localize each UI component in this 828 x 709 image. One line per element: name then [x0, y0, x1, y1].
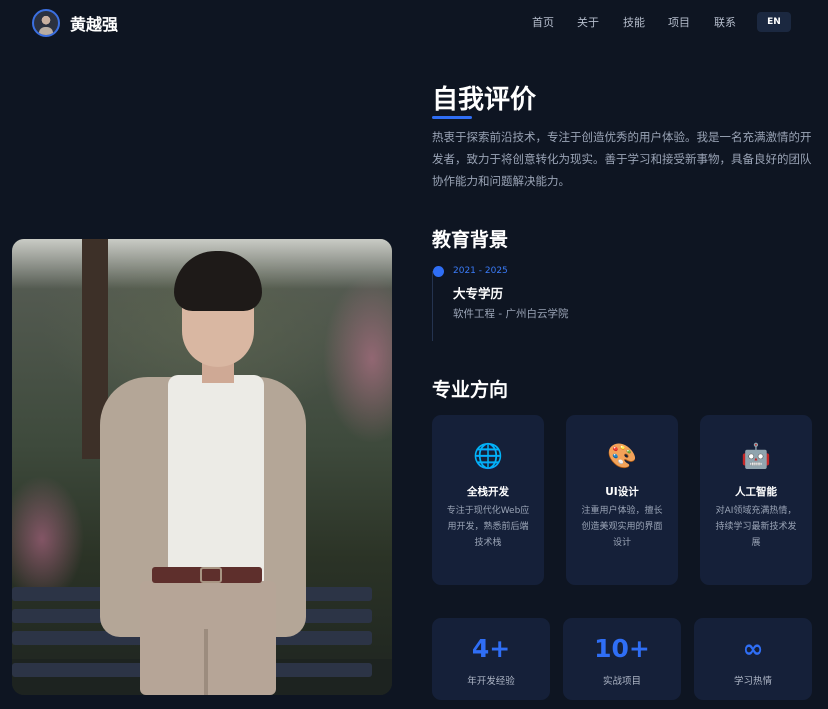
person-hair: [174, 251, 262, 311]
specialty-card-fullstack: 🌐 全栈开发 专注于现代化Web应用开发，熟悉前后端技术栈: [432, 415, 544, 585]
timeline-line: [432, 271, 433, 341]
nav-link-contact[interactable]: 联系: [714, 14, 736, 30]
stat-value: 4+: [471, 634, 511, 663]
stat-projects: 10+ 实战项目: [563, 618, 681, 700]
specialty-card-desc: 注重用户体验，擅长创造美观实用的界面设计: [581, 506, 663, 548]
nav-link-skills[interactable]: 技能: [623, 14, 645, 30]
nav-link-projects[interactable]: 项目: [668, 14, 690, 30]
brand[interactable]: 黄越强: [32, 9, 118, 37]
stat-label: 实战项目: [602, 676, 641, 687]
person-pants-seam: [204, 629, 208, 695]
about-title: 自我评价: [432, 85, 537, 115]
palette-icon: 🎨: [607, 442, 637, 470]
brand-name: 黄越强: [70, 15, 119, 34]
stat-value: ∞: [742, 634, 764, 663]
specialty-card-title: UI设计: [605, 486, 639, 498]
specialty-card-title: 全栈开发: [467, 486, 509, 498]
avatar: [32, 9, 60, 37]
specialty-card-ui-design: 🎨 UI设计 注重用户体验，擅长创造美观实用的界面设计: [566, 415, 678, 585]
specialty-card-desc: 对AI领域充满热情，持续学习最新技术发展: [715, 506, 797, 548]
stat-passion: ∞ 学习热情: [694, 618, 812, 700]
stat-label: 学习热情: [733, 676, 772, 687]
education-degree: 大专学历: [453, 286, 504, 301]
stat-label: 年开发经验: [467, 676, 515, 687]
education-title: 教育背景: [432, 229, 509, 251]
person-pants: [140, 581, 276, 695]
education-date: 2021 - 2025: [453, 266, 508, 276]
stat-experience: 4+ 年开发经验: [432, 618, 550, 700]
specialty-card-ai: 🤖 人工智能 对AI领域充满热情，持续学习最新技术发展: [700, 415, 812, 585]
nav-link-home[interactable]: 首页: [532, 14, 554, 30]
title-underline: [432, 116, 472, 119]
about-text: 热衷于探索前沿技术，专注于创造优秀的用户体验。我是一名充满激情的开发者，致力于将…: [432, 130, 812, 188]
globe-icon: 🌐: [473, 442, 503, 470]
photo-person: [92, 249, 312, 695]
top-nav: 黄越强 首页 关于 技能 项目 联系 EN: [0, 0, 828, 44]
specialty-card-title: 人工智能: [735, 486, 777, 498]
robot-icon: 🤖: [741, 442, 771, 470]
education-school: 软件工程 - 广州白云学院: [453, 308, 569, 320]
person-belt-buckle: [200, 567, 222, 583]
person-shirt: [168, 375, 264, 585]
language-toggle-button[interactable]: EN: [757, 12, 791, 32]
specialties-title: 专业方向: [432, 379, 509, 401]
nav-link-about[interactable]: 关于: [577, 14, 599, 30]
timeline-dot: [433, 266, 444, 277]
profile-photo: [12, 239, 392, 695]
specialty-card-desc: 专注于现代化Web应用开发，熟悉前后端技术栈: [446, 506, 530, 548]
stat-value: 10+: [594, 634, 650, 663]
